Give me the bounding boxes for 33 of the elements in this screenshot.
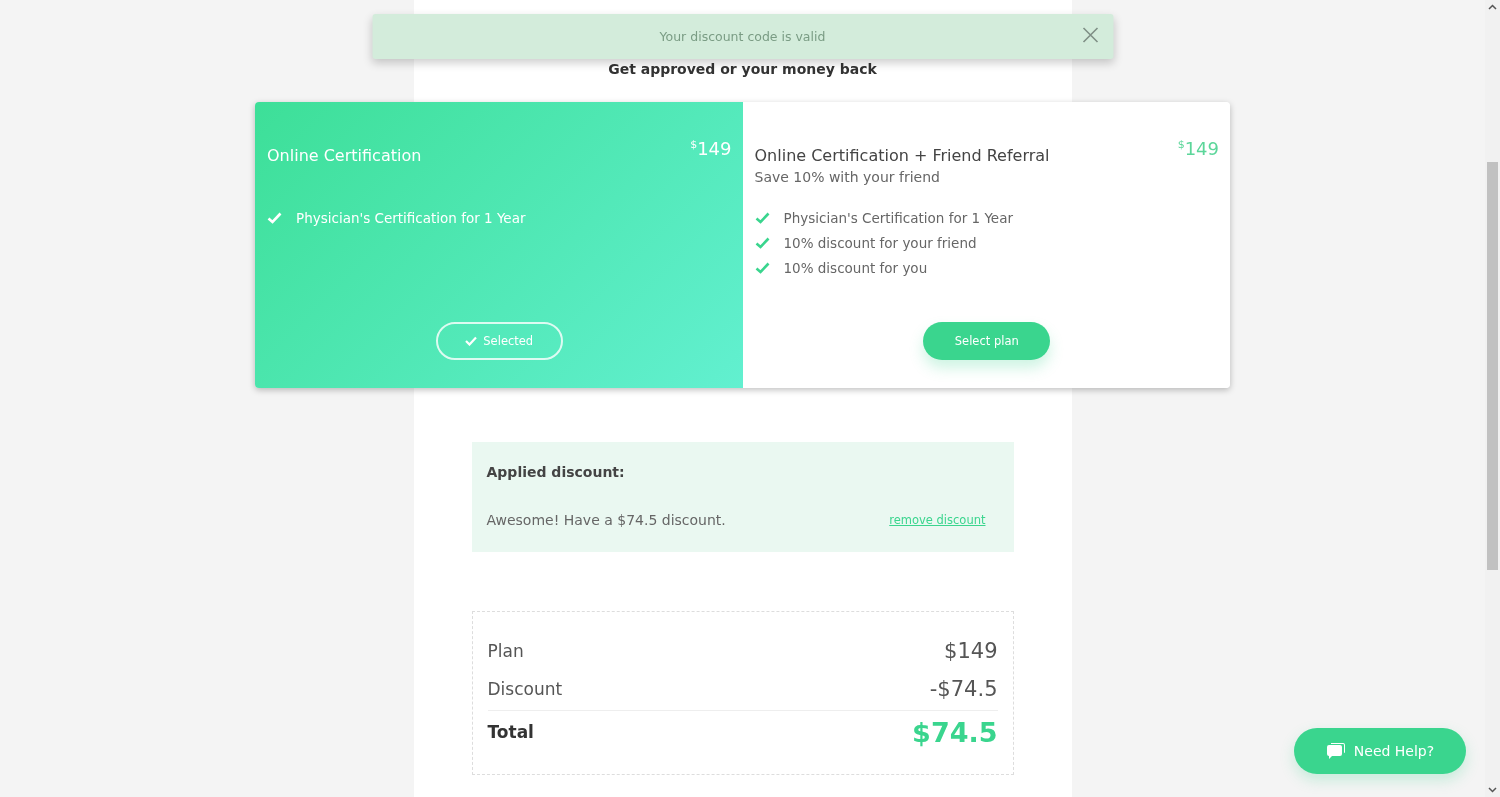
plan-title: Online Certification	[267, 146, 422, 165]
summary-value: -$74.5	[929, 676, 998, 701]
summary-value: $74.5	[912, 716, 998, 748]
summary-value: $149	[944, 638, 998, 663]
scroll-down-icon[interactable]	[1488, 785, 1497, 794]
check-icon	[754, 212, 770, 224]
summary-label: Total	[487, 722, 534, 743]
check-icon	[754, 237, 770, 249]
page-heading: Get approved or your money back	[608, 61, 877, 79]
toast-message: Your discount code is valid	[659, 29, 826, 44]
plan-feature: 10% discount for you	[783, 260, 928, 276]
selected-button[interactable]: Selected	[435, 322, 563, 360]
summary-label: Discount	[487, 678, 563, 699]
check-icon	[465, 336, 478, 346]
remove-discount-link[interactable]: remove discount	[889, 513, 986, 527]
chat-bubble-icon	[1325, 742, 1346, 760]
need-help-button[interactable]: Need Help?	[1294, 728, 1466, 774]
plan-feature: 10% discount for your friend	[783, 235, 977, 251]
discount-message: Awesome! Have a $74.5 discount.	[486, 512, 726, 528]
plan-card[interactable]: Online Certification + Friend Referral Save 10% with your friend $^{$}$149 Physician's Certification for 1 Year 10% discount for your friend 10% discount for you Select plan	[742, 102, 1230, 388]
plan-feature: Physician's Certification for 1 Year	[783, 210, 1013, 226]
plan-price: $^{$}$149	[690, 138, 732, 159]
check-icon	[267, 212, 282, 224]
summary-label: Plan	[487, 640, 524, 661]
discount-title: Applied discount:	[486, 464, 626, 480]
check-icon	[754, 262, 770, 274]
select-plan-button[interactable]: Select plan	[923, 322, 1051, 360]
plan-feature: Physician's Certification for 1 Year	[296, 210, 526, 226]
plan-card[interactable]: Online Certification $^{$}$149 Physician's Certification for 1 Year Selected	[255, 102, 743, 388]
scroll-up-icon[interactable]	[1488, 3, 1497, 12]
plan-price: $^{$}$149	[1177, 138, 1219, 159]
plan-subtitle: Save 10% with your friend	[754, 169, 941, 185]
plan-title: Online Certification + Friend Referral	[754, 146, 1050, 165]
